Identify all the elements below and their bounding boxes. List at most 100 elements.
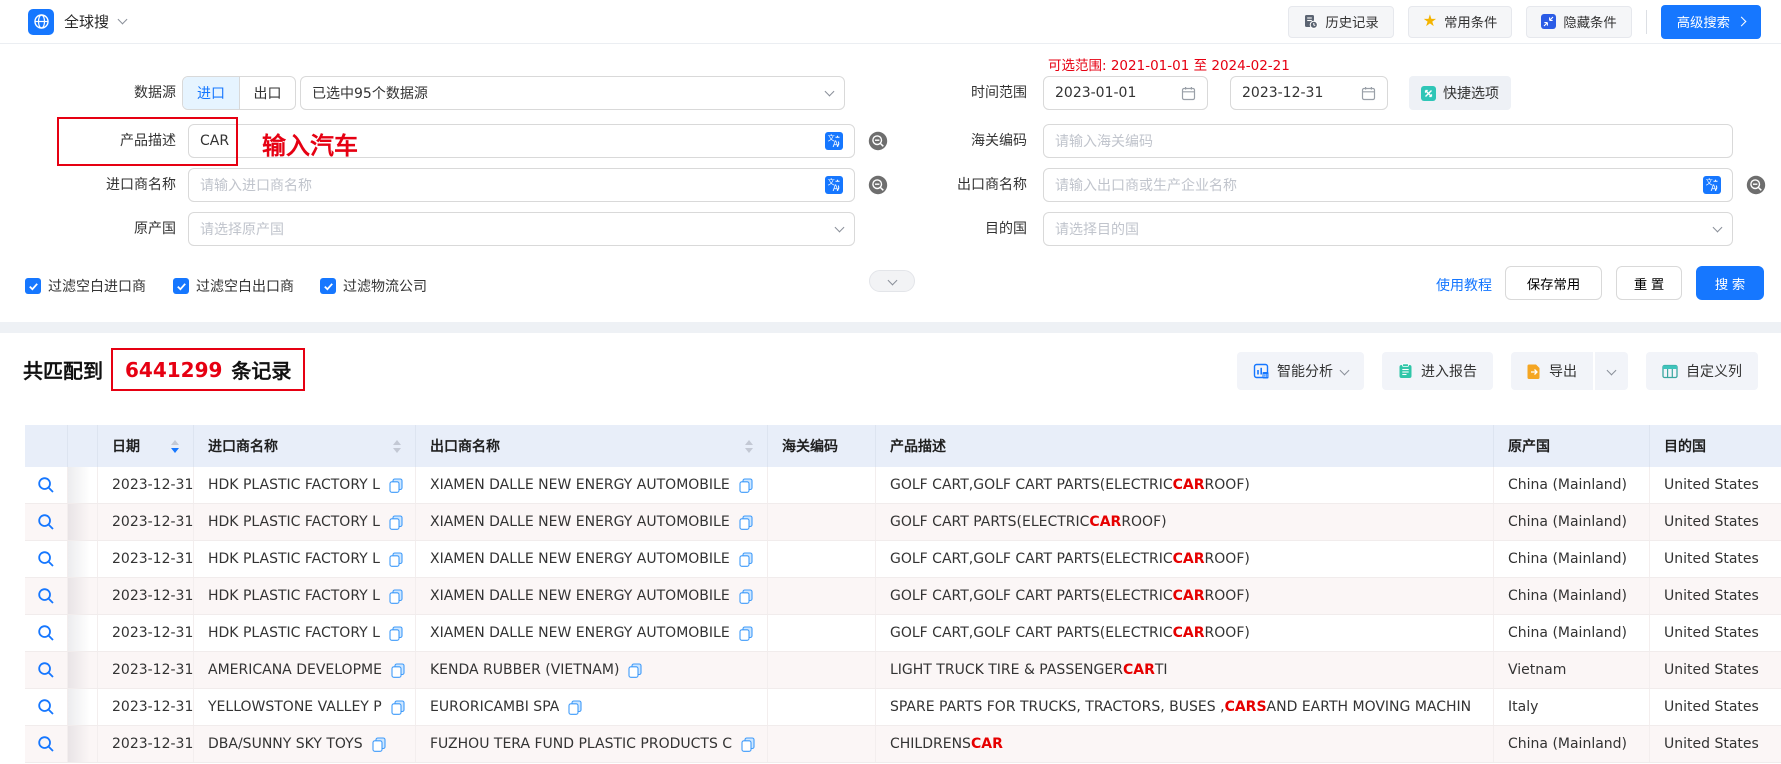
cell-hs-code	[768, 689, 876, 725]
table-body: 2023-12-31 HDK PLASTIC FACTORY L XIAMEN …	[25, 467, 1781, 763]
copy-icon[interactable]	[739, 552, 753, 567]
sort-icon[interactable]	[171, 440, 179, 453]
translate-icon[interactable]: 文A	[825, 176, 843, 194]
reset-button[interactable]: 重 置	[1616, 266, 1682, 300]
cell-origin-country: Vietnam	[1494, 652, 1650, 688]
copy-icon[interactable]	[741, 737, 755, 752]
annotation-box-count: 6441299 条记录	[111, 348, 305, 391]
importer-input[interactable]: 请输入进口商名称 文A	[188, 168, 855, 202]
copy-icon[interactable]	[372, 737, 386, 752]
save-conditions-button[interactable]: 保存常用	[1505, 266, 1602, 300]
copy-icon[interactable]	[391, 700, 405, 715]
copy-icon[interactable]	[739, 626, 753, 641]
table-row[interactable]: 2023-12-31 AMERICANA DEVELOPME KENDA RUB…	[25, 652, 1781, 689]
cell-product-desc: GOLF CART,GOLF CART PARTS(ELECTRIC CAR R…	[876, 467, 1494, 503]
cell-product-desc: LIGHT TRUCK TIRE & PASSENGER CAR TI	[876, 652, 1494, 688]
filter-blank-exporter-checkbox[interactable]: 过滤空白出口商	[173, 276, 294, 296]
favorite-conditions-button[interactable]: ★ 常用条件	[1408, 6, 1513, 38]
table-row[interactable]: 2023-12-31 HDK PLASTIC FACTORY L XIAMEN …	[25, 578, 1781, 615]
translate-icon[interactable]: 文A	[1703, 176, 1721, 194]
product-desc-input[interactable]: CAR 文A	[188, 124, 855, 158]
exporter-input[interactable]: 请输入出口商或生产企业名称 文A	[1043, 168, 1733, 202]
view-detail-search-icon[interactable]	[37, 513, 55, 531]
exclude-filter-icon[interactable]	[868, 175, 888, 195]
results-toolbar: BI 智能分析 进入报告 导出 自定义列	[1237, 352, 1758, 390]
exclude-filter-icon[interactable]	[1746, 175, 1766, 195]
cell-origin-country: China (Mainland)	[1494, 615, 1650, 651]
copy-icon[interactable]	[739, 589, 753, 604]
sort-icon[interactable]	[393, 440, 401, 453]
advanced-search-button[interactable]: 高级搜索	[1661, 5, 1761, 39]
search-button[interactable]: 搜 索	[1696, 266, 1764, 300]
start-date-input[interactable]: 2023-01-01	[1043, 76, 1208, 110]
export-tab[interactable]: 出口	[239, 77, 295, 109]
table-header-row: 日期 进口商名称 出口商名称 海关编码 产品描述 原产国 目的国	[25, 425, 1781, 467]
checkbox-checked-icon	[173, 278, 189, 294]
hide-conditions-button[interactable]: 隐藏条件	[1526, 6, 1631, 38]
table-row[interactable]: 2023-12-31 YELLOWSTONE VALLEY P EURORICA…	[25, 689, 1781, 726]
origin-country-select[interactable]: 请选择原产国	[188, 212, 855, 246]
cell-date: 2023-12-31	[98, 615, 194, 651]
table-row[interactable]: 2023-12-31 HDK PLASTIC FACTORY L XIAMEN …	[25, 615, 1781, 652]
header-date[interactable]: 日期	[98, 425, 194, 467]
exclude-filter-icon[interactable]	[868, 131, 888, 151]
table-row[interactable]: 2023-12-31 HDK PLASTIC FACTORY L XIAMEN …	[25, 541, 1781, 578]
copy-icon[interactable]	[389, 552, 403, 567]
copy-icon[interactable]	[389, 478, 403, 493]
table-row[interactable]: 2023-12-31 HDK PLASTIC FACTORY L XIAMEN …	[25, 467, 1781, 504]
cell-exporter: EURORICAMBI SPA	[430, 699, 559, 715]
toolbar-divider	[1646, 10, 1647, 34]
export-button[interactable]: 导出	[1511, 352, 1593, 390]
fixed-column-shadow	[68, 541, 98, 577]
view-detail-search-icon[interactable]	[37, 735, 55, 753]
end-date-input[interactable]: 2023-12-31	[1230, 76, 1388, 110]
copy-icon[interactable]	[391, 663, 405, 678]
cell-date: 2023-12-31	[98, 578, 194, 614]
filter-blank-importer-checkbox[interactable]: 过滤空白进口商	[25, 276, 146, 296]
copy-icon[interactable]	[389, 515, 403, 530]
copy-icon[interactable]	[568, 700, 582, 715]
import-tab[interactable]: 进口	[183, 77, 239, 109]
table-row[interactable]: 2023-12-31 HDK PLASTIC FACTORY L XIAMEN …	[25, 504, 1781, 541]
custom-columns-button[interactable]: 自定义列	[1646, 352, 1758, 390]
keyword-highlight: CAR	[1173, 551, 1205, 567]
view-detail-search-icon[interactable]	[37, 550, 55, 568]
history-button[interactable]: 历史记录	[1288, 6, 1393, 38]
collapse-form-button[interactable]	[869, 270, 915, 292]
cell-hs-code	[768, 578, 876, 614]
table-row[interactable]: 2023-12-31 DBA/SUNNY SKY TOYS FUZHOU TER…	[25, 726, 1781, 763]
view-detail-search-icon[interactable]	[37, 661, 55, 679]
keyword-highlight: CAR	[1173, 588, 1205, 604]
view-detail-search-icon[interactable]	[37, 587, 55, 605]
cell-product-desc: SPARE PARTS FOR TRUCKS, TRACTORS, BUSES …	[876, 689, 1494, 725]
sort-icon[interactable]	[745, 440, 753, 453]
view-detail-search-icon[interactable]	[37, 624, 55, 642]
cell-hs-code	[768, 467, 876, 503]
hs-code-input[interactable]: 请输入海关编码	[1043, 124, 1733, 158]
copy-icon[interactable]	[389, 589, 403, 604]
header-exporter[interactable]: 出口商名称	[416, 425, 768, 467]
smart-analysis-button[interactable]: BI 智能分析	[1237, 352, 1364, 390]
view-detail-search-icon[interactable]	[37, 698, 55, 716]
quick-options-button[interactable]: 快捷选项	[1409, 76, 1511, 110]
cell-importer: YELLOWSTONE VALLEY P	[208, 699, 382, 715]
translate-icon[interactable]: 文A	[825, 132, 843, 150]
data-source-select[interactable]: 已选中95个数据源	[300, 76, 845, 110]
copy-icon[interactable]	[739, 478, 753, 493]
enter-report-button[interactable]: 进入报告	[1382, 352, 1493, 390]
cell-dest-country: United States	[1650, 467, 1781, 503]
export-dropdown-button[interactable]	[1595, 352, 1628, 390]
copy-icon[interactable]	[739, 515, 753, 530]
filter-logistics-checkbox[interactable]: 过滤物流公司	[320, 276, 427, 296]
cell-exporter: XIAMEN DALLE NEW ENERGY AUTOMOBILE	[430, 588, 730, 604]
cell-exporter: XIAMEN DALLE NEW ENERGY AUTOMOBILE	[430, 514, 730, 530]
dest-country-select[interactable]: 请选择目的国	[1043, 212, 1733, 246]
chevron-down-icon	[1607, 365, 1617, 375]
copy-icon[interactable]	[628, 663, 642, 678]
header-importer[interactable]: 进口商名称	[194, 425, 416, 467]
tutorial-link[interactable]: 使用教程	[1436, 275, 1492, 295]
app-switch-chevron-icon[interactable]	[118, 15, 128, 25]
cell-origin-country: Italy	[1494, 689, 1650, 725]
view-detail-search-icon[interactable]	[37, 476, 55, 494]
copy-icon[interactable]	[389, 626, 403, 641]
